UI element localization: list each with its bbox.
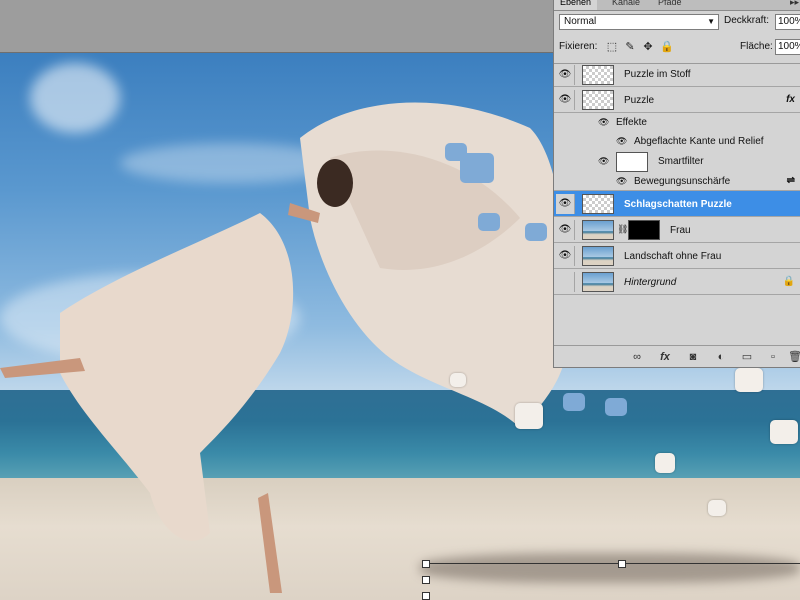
puzzle-piece: [563, 393, 585, 411]
puzzle-piece: [445, 143, 467, 161]
transform-handle[interactable]: [618, 560, 626, 568]
fill-input[interactable]: 100%: [775, 39, 800, 55]
layer-name: Schlagschatten Puzzle: [624, 199, 732, 210]
layer-thumbnail: [582, 220, 614, 240]
new-layer-icon[interactable]: ▫: [766, 350, 780, 364]
layer-row[interactable]: 👁 Puzzle im Stoff: [554, 63, 800, 87]
layer-row[interactable]: 👁 ⛓ Frau: [554, 217, 800, 243]
puzzle-piece: [735, 368, 763, 392]
puzzle-piece: [478, 213, 500, 231]
layer-row[interactable]: 👁 Landschaft ohne Frau: [554, 243, 800, 269]
layers-panel: Ebenen Kanäle Pfade ▸▸ Normal ▼ Deckkraf…: [553, 0, 800, 368]
folder-icon[interactable]: ▭: [740, 350, 754, 364]
fill-label: Fläche:: [740, 41, 773, 52]
chevron-down-icon: ▼: [707, 17, 715, 26]
layer-name: Puzzle im Stoff: [624, 69, 691, 80]
transform-handle[interactable]: [422, 576, 430, 584]
cloud: [30, 63, 120, 133]
effect-name: Abgeflachte Kante und Relief: [634, 136, 764, 147]
layer-thumbnail: [582, 246, 614, 266]
panel-tabs: Ebenen Kanäle Pfade ▸▸: [554, 0, 800, 11]
layer-name: Landschaft ohne Frau: [624, 251, 722, 262]
trash-icon[interactable]: 🗑: [788, 350, 800, 364]
puzzle-piece: [708, 500, 726, 516]
lock-pixels-icon[interactable]: ✎: [624, 41, 636, 53]
effects-label: Effekte: [616, 117, 647, 128]
smartfilter-label: Smartfilter: [658, 156, 704, 167]
layer-name: Frau: [670, 225, 691, 236]
puzzle-piece: [525, 223, 547, 241]
eye-icon[interactable]: 👁: [556, 90, 575, 110]
puzzle-piece: [605, 398, 627, 416]
effects-row[interactable]: 👁 Effekte: [554, 113, 800, 133]
blend-mode-select[interactable]: Normal ▼: [559, 14, 719, 30]
visibility-toggle[interactable]: [556, 272, 575, 292]
lock-label: Fixieren:: [559, 41, 598, 52]
transform-bounding-box[interactable]: [422, 560, 800, 600]
opacity-input[interactable]: 100%: [775, 14, 800, 30]
filter-name: Bewegungsunschärfe: [634, 176, 731, 187]
layer-options: Normal ▼ Deckkraft: 100% Fixieren: ⬚ ✎ ✥…: [554, 11, 800, 64]
puzzle-piece: [515, 403, 543, 429]
lock-all-icon[interactable]: 🔒: [660, 41, 674, 53]
eye-icon[interactable]: 👁: [556, 65, 575, 85]
opacity-label: Deckkraft:: [724, 15, 770, 26]
tab-kanaele[interactable]: Kanäle: [606, 0, 646, 10]
smartfilter-row[interactable]: 👁 Smartfilter: [554, 151, 800, 173]
puzzle-piece: [770, 420, 798, 444]
layer-row-selected[interactable]: 👁 Schlagschatten Puzzle: [554, 191, 800, 217]
mask-icon[interactable]: ◙: [686, 350, 700, 364]
eye-icon[interactable]: 👁: [598, 156, 609, 167]
tab-ebenen[interactable]: Ebenen: [554, 0, 598, 10]
layer-thumbnail: [582, 90, 614, 110]
fx-icon[interactable]: fx: [786, 94, 795, 105]
eye-icon[interactable]: 👁: [616, 136, 627, 147]
tab-pfade[interactable]: Pfade: [652, 0, 688, 10]
layer-row[interactable]: 👁 Puzzle fx: [554, 87, 800, 113]
effect-row[interactable]: 👁 Abgeflachte Kante und Relief: [554, 133, 800, 151]
layer-name: Hintergrund: [624, 277, 677, 288]
link-icon[interactable]: ⛓: [617, 224, 628, 235]
puzzle-piece: [450, 373, 466, 387]
mask-thumbnail[interactable]: [628, 220, 660, 240]
layer-thumbnail: [582, 194, 614, 214]
layers-panel-footer: ∞ fx ◙ ◐ ▭ ▫ 🗑: [554, 345, 800, 368]
eye-icon[interactable]: 👁: [556, 220, 575, 240]
adjustment-icon[interactable]: ◐: [714, 350, 728, 364]
layer-name: Puzzle: [624, 95, 655, 106]
eye-icon[interactable]: 👁: [598, 117, 609, 128]
transform-handle[interactable]: [422, 560, 430, 568]
smartfilter-thumbnail: [616, 152, 648, 172]
filter-options-icon[interactable]: ⇌: [787, 175, 795, 186]
panel-menu-icon[interactable]: ▸▸: [790, 0, 799, 8]
eye-icon[interactable]: 👁: [556, 194, 575, 214]
fx-icon[interactable]: fx: [658, 350, 672, 364]
lock-transparency-icon[interactable]: ⬚: [606, 41, 618, 53]
filter-row[interactable]: 👁 Bewegungsunschärfe ⇌: [554, 173, 800, 191]
eye-icon[interactable]: 👁: [616, 176, 627, 187]
transform-handle[interactable]: [422, 592, 430, 600]
layer-row[interactable]: Hintergrund 🔒: [554, 269, 800, 295]
eye-icon[interactable]: 👁: [556, 246, 575, 266]
puzzle-piece: [655, 453, 675, 473]
layer-thumbnail: [582, 65, 614, 85]
woman-figure: [0, 159, 353, 593]
layer-thumbnail: [582, 272, 614, 292]
link-icon[interactable]: ∞: [630, 350, 644, 364]
lock-position-icon[interactable]: ✥: [642, 41, 654, 53]
blend-mode-value: Normal: [564, 16, 597, 27]
lock-icon: 🔒: [782, 276, 795, 287]
